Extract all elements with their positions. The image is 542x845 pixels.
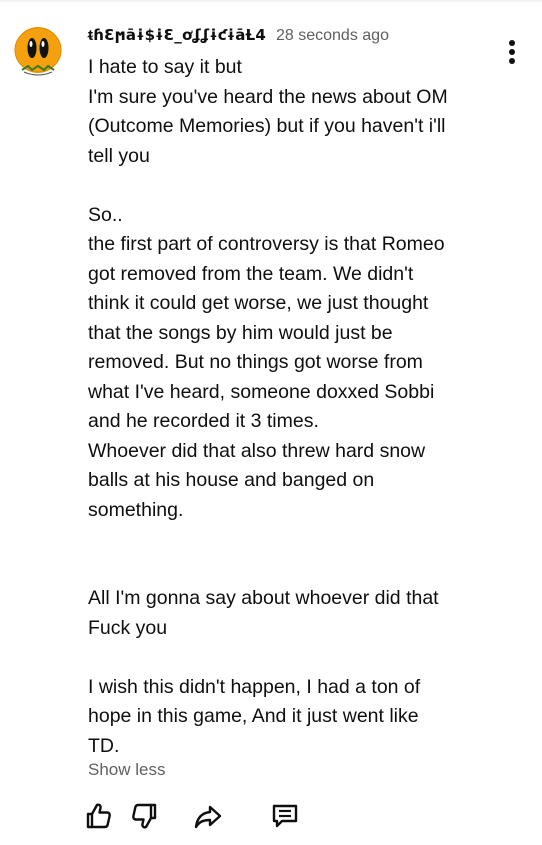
thumbs-up-icon — [86, 803, 111, 829]
dislike-button[interactable] — [129, 800, 161, 832]
thumbs-down-icon — [132, 803, 157, 829]
avatar[interactable] — [10, 24, 66, 80]
top-divider — [0, 0, 542, 2]
avatar-image — [14, 27, 62, 76]
ellipsis-dot — [509, 58, 515, 64]
comment-author[interactable]: ᵵɦƐϻāɨ$ɨƐ_ơʆʆɨƈɨāȽ4 — [88, 26, 266, 44]
comment-timestamp[interactable]: 28 seconds ago — [276, 27, 389, 45]
comment-header: ᵵɦƐϻāɨ$ɨƐ_ơʆʆɨƈɨāȽ4 28 seconds ago — [88, 26, 389, 45]
like-button[interactable] — [82, 800, 114, 832]
ellipsis-dot — [509, 49, 515, 55]
show-less-button[interactable]: Show less — [88, 760, 165, 780]
share-button[interactable] — [192, 800, 224, 832]
reply-comment-icon — [272, 804, 298, 828]
share-arrow-icon — [194, 805, 222, 829]
vertical-ellipsis-icon — [509, 40, 515, 46]
comment-text: I hate to say it but I'm sure you've hea… — [88, 56, 448, 757]
reply-button[interactable] — [269, 800, 301, 832]
